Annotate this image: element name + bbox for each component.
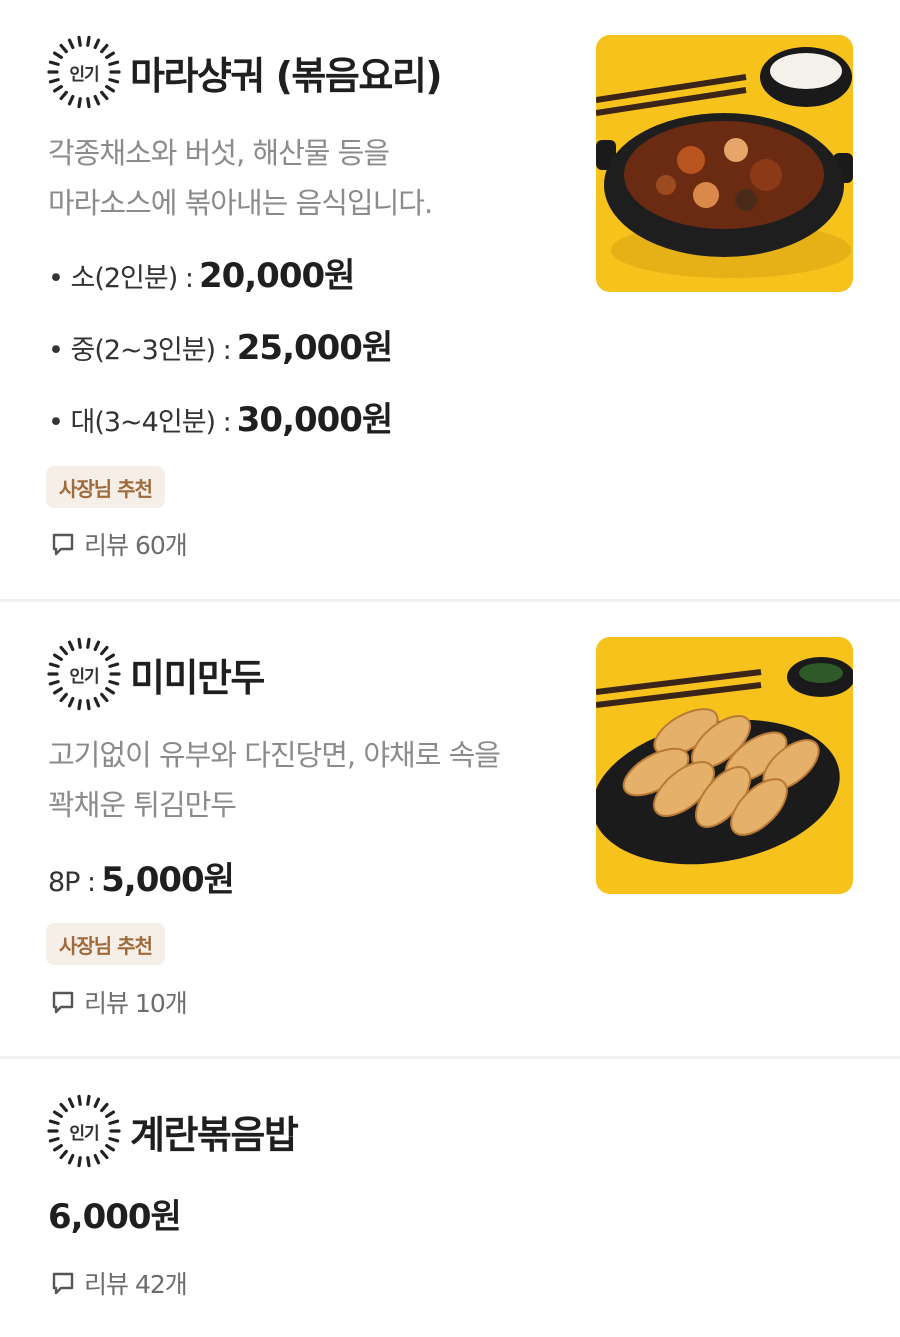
price-option-value: 5,000원	[101, 860, 235, 900]
review-count: 리뷰 42개	[50, 1265, 188, 1301]
price-option-value: 25,000원	[236, 328, 393, 368]
price-option-label: 8P :	[48, 867, 96, 898]
review-count-label: 리뷰 42개	[84, 1270, 188, 1299]
price-option: 8P : 5,000원	[48, 852, 235, 901]
fried-dumplings-photo	[596, 637, 853, 894]
review-count-label: 리뷰 60개	[84, 531, 188, 560]
price-value: 6,000원	[48, 1197, 182, 1237]
price-option-small: • 소(2인분) : 20,000원	[48, 248, 355, 297]
menu-item-egg-fried-rice[interactable]: 인기 계란볶음밥 6,000원 리뷰 42개	[0, 1059, 900, 1337]
popular-badge: 인기	[46, 636, 122, 712]
price-option-value: 20,000원	[198, 256, 355, 296]
owner-recommend-badge: 사장님 추천	[46, 466, 165, 508]
stir-fry-dish-photo	[596, 35, 853, 292]
menu-item-title-row: 인기 마라샹궈 (볶음요리)	[46, 34, 443, 110]
price-option-label: • 소(2인분) :	[48, 263, 194, 294]
price-option-large: • 대(3~4인분) : 30,000원	[48, 392, 393, 441]
popular-badge-label: 인기	[69, 666, 99, 687]
description-line: 꽉채운 튀김만두	[48, 788, 237, 822]
review-count: 리뷰 60개	[50, 526, 188, 562]
description-line: 고기없이 유부와 다진당면, 야채로 속을	[48, 738, 501, 772]
menu-item-description: 고기없이 유부와 다진당면, 야채로 속을 꽉채운 튀김만두	[48, 730, 568, 830]
review-count: 리뷰 10개	[50, 984, 188, 1020]
speech-bubble-icon	[52, 991, 74, 1014]
price-option-medium: • 중(2~3인분) : 25,000원	[48, 320, 393, 369]
menu-item-title-row: 인기 계란볶음밥	[46, 1093, 299, 1169]
popular-badge-label: 인기	[69, 64, 99, 85]
menu-item-description: 각종채소와 버섯, 해산물 등을 마라소스에 볶아내는 음식입니다.	[48, 128, 568, 228]
review-count-label: 리뷰 10개	[84, 989, 188, 1018]
description-line: 마라소스에 볶아내는 음식입니다.	[48, 186, 433, 220]
price-option-value: 30,000원	[236, 400, 393, 440]
speech-bubble-icon	[52, 1272, 74, 1295]
menu-item-title-row: 인기 미미만두	[46, 636, 265, 712]
owner-recommend-badge: 사장님 추천	[46, 923, 165, 965]
menu-item-mimi-dumpling[interactable]: 인기 미미만두 고기없이 유부와 다진당면, 야채로 속을 꽉채운 튀김만두 8…	[0, 602, 900, 1057]
price: 6,000원	[48, 1189, 182, 1238]
menu-item-mala-xiangguo[interactable]: 인기 마라샹궈 (볶음요리) 각종채소와 버섯, 해산물 등을 마라소스에 볶아…	[0, 0, 900, 600]
menu-item-name: 미미만두	[130, 655, 265, 700]
popular-badge: 인기	[46, 1093, 122, 1169]
description-line: 각종채소와 버섯, 해산물 등을	[48, 136, 390, 170]
price-option-label: • 대(3~4인분) :	[48, 407, 232, 438]
menu-item-name: 계란볶음밥	[130, 1112, 299, 1157]
menu-item-name: 마라샹궈 (볶음요리)	[130, 53, 443, 98]
popular-badge-label: 인기	[69, 1123, 99, 1144]
popular-badge: 인기	[46, 34, 122, 110]
price-option-label: • 중(2~3인분) :	[48, 335, 232, 366]
speech-bubble-icon	[52, 533, 74, 556]
